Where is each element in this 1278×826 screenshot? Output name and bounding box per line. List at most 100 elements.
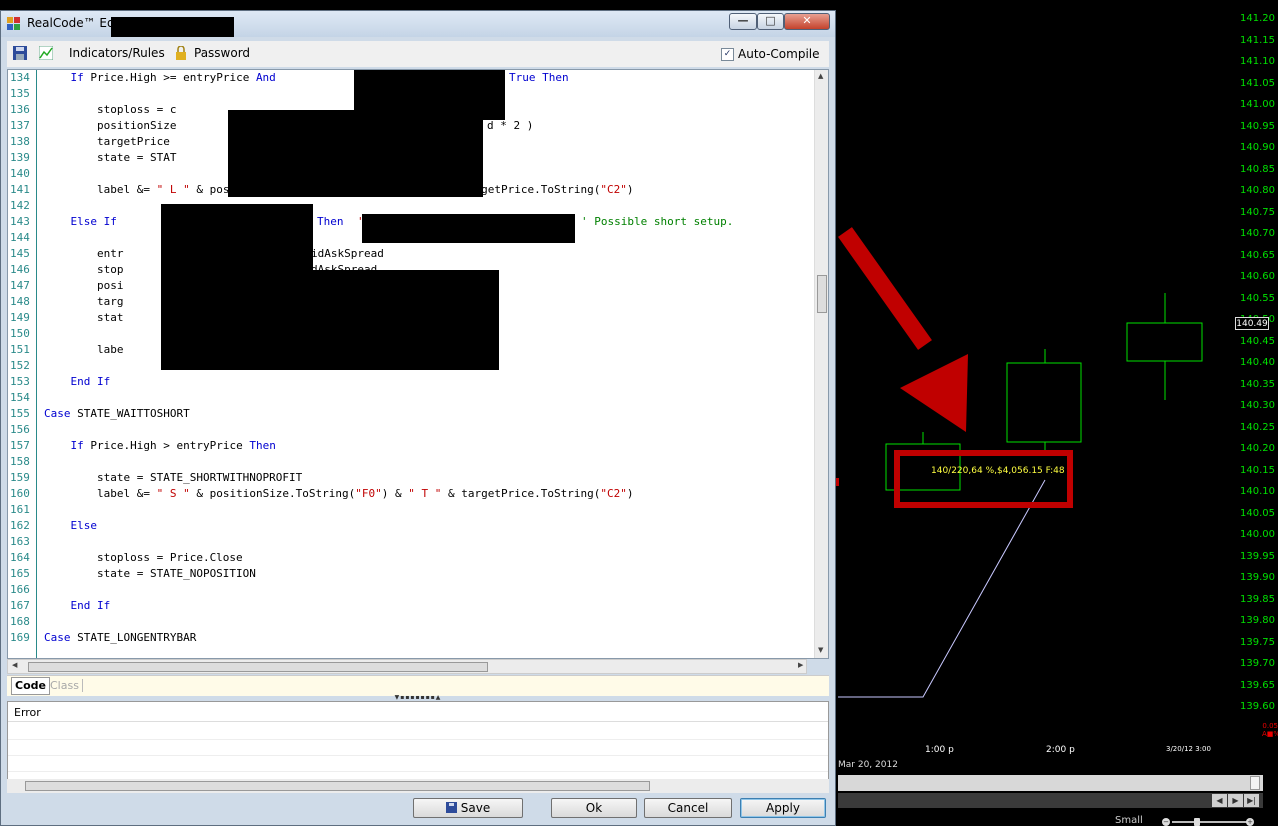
password-menu[interactable]: Password [194,46,250,60]
save-button[interactable]: Save [413,798,523,818]
price-axis-label: 140.00 [1240,529,1275,540]
cancel-button[interactable]: Cancel [644,798,732,818]
current-price-tag: 140.49 [1235,317,1269,330]
realcode-editor-window: RealCode™ Edit — □ ✕ Indicators/Rules Pa… [0,10,836,826]
line-number: 167 [10,599,30,612]
code-line: End If [70,599,111,612]
redaction [111,17,234,37]
code-line: Else [70,519,98,532]
scroll-left-icon[interactable]: ◀ [12,661,17,669]
code-line: posi [44,279,124,292]
scroll-thumb[interactable] [25,781,650,791]
code-line: label &= " S " & positionSize.ToString("… [44,487,634,500]
zoom-slider[interactable]: − + [1162,818,1262,826]
code-fragment: True Then [509,71,569,84]
lock-icon [176,46,186,60]
chart-icon[interactable] [39,46,53,60]
line-number: 135 [10,87,30,100]
code-horizontal-scrollbar[interactable]: ◀ ▶ [7,659,807,674]
price-axis-label: 139.95 [1240,550,1275,562]
line-number: 166 [10,583,30,596]
scroll-right-icon[interactable]: ▶ [1228,794,1243,807]
scroll-thumb[interactable] [817,275,827,313]
price-axis-label: 139.80 [1240,615,1275,626]
line-number: 151 [10,343,30,356]
line-number: 154 [10,391,30,404]
apply-button[interactable]: Apply [740,798,826,818]
line-number: 165 [10,567,30,580]
price-axis-label: 140.65 [1240,249,1275,261]
code-line: If Price.High >= entryPrice And [70,71,276,84]
price-axis-label: 140.30 [1240,400,1275,411]
error-horizontal-scrollbar[interactable] [7,779,829,793]
error-row [8,739,828,756]
zoom-label: Small [1115,815,1143,826]
maximize-button[interactable]: □ [757,13,784,30]
price-axis-label: 141.05 [1240,77,1275,89]
code-line: state = STATE_SHORTWITHNOPROFIT [44,471,303,484]
save-icon[interactable] [13,46,27,60]
trade-annotation: 140/220,64 %,$4,056.15 F:48 [931,466,1065,476]
line-number: 145 [10,247,30,260]
zoom-in-icon[interactable]: + [1246,818,1254,826]
scroll-down-icon[interactable]: ▼ [818,646,823,654]
date-label: Mar 20, 2012 [838,760,898,770]
ok-button[interactable]: Ok [551,798,637,818]
time-label: 2:00 p [1046,745,1075,755]
code-editor[interactable]: 134 135 136 137 138 139 140 141 142 143 144 145 146 1… [7,69,829,659]
line-number: 150 [10,327,30,340]
close-button[interactable]: ✕ [784,13,830,30]
candle [1006,349,1082,455]
line-number-gutter: 134 135 136 137 138 139 140 141 142 143 144 145 146 1… [8,70,37,658]
price-axis-label: 140.70 [1240,228,1275,239]
red-arrow [838,227,968,432]
price-axis-label: 140.90 [1240,142,1275,153]
line-number: 137 [10,119,30,132]
line-number: 149 [10,311,30,324]
line-number: 169 [10,631,30,644]
tab-class[interactable]: Class [47,679,83,692]
chart-scroll-track [838,793,1263,808]
checkbox-check-icon[interactable]: ✓ [721,47,734,61]
zoom-thumb[interactable] [1194,818,1200,826]
chart-scroll-thumb[interactable] [1250,776,1260,790]
code-line: labe [44,343,124,356]
minimize-button[interactable]: — [729,13,757,30]
line-number: 164 [10,551,30,564]
code-vertical-scrollbar[interactable]: ▲ ▼ [814,70,828,658]
scroll-end-icon[interactable]: ▶| [1244,794,1259,807]
zoom-out-icon[interactable]: − [1162,818,1170,826]
price-axis-label: 139.60 [1240,701,1275,712]
price-axis-label: 140.80 [1240,185,1275,196]
indicators-rules-menu[interactable]: Indicators/Rules [69,46,165,60]
chart-scroll-buttons: ◀ ▶ ▶| [1212,794,1259,807]
line-number: 147 [10,279,30,292]
error-column-header: Error [8,702,828,722]
app-icon [7,17,20,30]
line-number: 161 [10,503,30,516]
price-axis-label: 140.75 [1240,206,1275,218]
scroll-left-icon[interactable]: ◀ [1212,794,1227,807]
code-line: entr [44,247,124,260]
line-number: 136 [10,103,30,116]
scroll-right-icon[interactable]: ▶ [798,661,803,669]
line-number: 155 [10,407,30,420]
price-axis-label: 141.15 [1240,34,1275,46]
error-row [8,755,828,772]
price-axis-label: 140.45 [1240,335,1275,347]
scroll-thumb[interactable] [28,662,488,672]
scroll-up-icon[interactable]: ▲ [818,72,823,80]
line-number: 148 [10,295,30,308]
line-number: 143 [10,215,30,228]
auto-compile-checkbox[interactable]: ✓ Auto-Compile [721,47,820,61]
title-bar[interactable]: RealCode™ Edit — □ ✕ [1,11,835,37]
code-comment: ' Possible short setup. [581,215,734,228]
line-number: 159 [10,471,30,484]
chart-timeline-scrollbar[interactable] [838,775,1263,791]
candle [1126,293,1203,400]
code-line: targetPrice [44,135,170,148]
tab-code[interactable]: Code [11,677,50,695]
error-list: Error [7,701,829,789]
code-line: stoploss = c [44,103,177,116]
code-line: If Price.High > entryPrice Then [70,439,276,452]
